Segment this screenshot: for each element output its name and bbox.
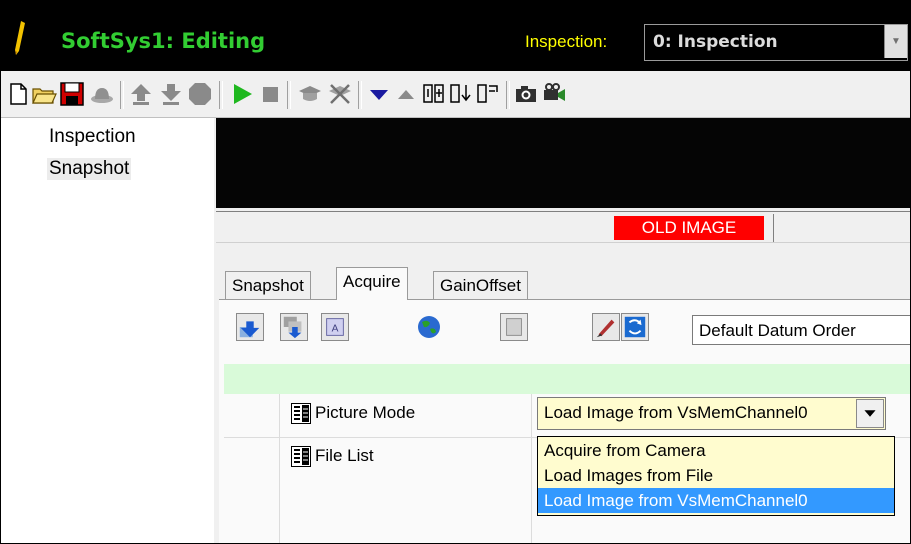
option-load-images-from-file[interactable]: Load Images from File: [538, 463, 894, 488]
move-down-icon[interactable]: [236, 313, 264, 341]
image-status-bar: OLD IMAGE: [216, 211, 910, 243]
datum-order-select[interactable]: Default Datum Order: [692, 315, 910, 345]
app-window: SoftSys1: Editing Inspection: 0: Inspect…: [0, 0, 911, 544]
main-toolbar: [1, 71, 910, 118]
inspection-select[interactable]: 0: Inspection ▼: [644, 24, 908, 61]
hat-icon[interactable]: [89, 81, 115, 107]
tab-snapshot[interactable]: Snapshot: [225, 271, 311, 300]
tab-acquire[interactable]: Acquire: [336, 267, 408, 300]
tree-item-inspection[interactable]: Inspection: [47, 126, 138, 148]
list-form-icon: [291, 403, 311, 424]
datum-a-icon[interactable]: A: [321, 313, 349, 341]
play-icon[interactable]: [229, 81, 255, 107]
status-badge: OLD IMAGE: [614, 216, 764, 240]
refresh-icon[interactable]: [621, 313, 649, 341]
stop-octagon-icon[interactable]: [187, 81, 213, 107]
acquire-panel: A Default Datum Order Picture Mode File …: [219, 299, 910, 543]
new-file-icon[interactable]: [5, 81, 31, 107]
grid-line: [279, 394, 280, 437]
editor-pane: OLD IMAGE Snapshot Acquire GainOffset A: [214, 118, 910, 543]
student-hat-icon[interactable]: [297, 81, 323, 107]
blank-panel-icon[interactable]: [500, 313, 528, 341]
toolbar-separator: [287, 81, 291, 109]
picture-mode-select[interactable]: Load Image from VsMemChannel0: [537, 397, 886, 430]
picture-mode-value: Load Image from VsMemChannel0: [544, 403, 808, 422]
grid-line: [531, 394, 532, 437]
grid-line: [531, 438, 532, 543]
triangle-up-icon[interactable]: [393, 81, 419, 107]
list-form-icon: [291, 446, 311, 467]
image-viewer[interactable]: [216, 118, 910, 208]
green-header-bar: [224, 364, 910, 394]
status-divider: [773, 214, 774, 242]
chevron-down-icon[interactable]: [856, 399, 884, 428]
toolbar-separator: [358, 81, 362, 109]
move-down-copy-icon[interactable]: [280, 313, 308, 341]
toolbar-separator: [219, 81, 223, 109]
option-load-image-from-vsmemchannel0[interactable]: Load Image from VsMemChannel0: [538, 488, 894, 513]
grid-line: [279, 438, 280, 543]
svg-text:A: A: [332, 324, 339, 335]
chevron-down-icon[interactable]: ▼: [884, 25, 907, 58]
globe-icon[interactable]: [415, 313, 443, 341]
save-icon[interactable]: [59, 81, 85, 107]
pencil-icon: [15, 21, 25, 55]
triangle-down-icon[interactable]: [366, 81, 392, 107]
brush-icon[interactable]: [592, 313, 620, 341]
picture-mode-label: Picture Mode: [315, 403, 416, 422]
inspection-label: Inspection:: [525, 32, 608, 51]
navigation-tree: Inspection Snapshot: [1, 118, 214, 543]
toolbar-separator: [120, 81, 124, 109]
title-bar: SoftSys1: Editing Inspection: 0: Inspect…: [1, 1, 910, 71]
option-acquire-from-camera[interactable]: Acquire from Camera: [538, 438, 894, 463]
projector-icon[interactable]: [541, 81, 567, 107]
columns-icon[interactable]: [421, 81, 447, 107]
download-icon[interactable]: [158, 81, 184, 107]
tree-item-snapshot[interactable]: Snapshot: [47, 158, 132, 180]
tab-strip: Snapshot Acquire GainOffset: [214, 267, 910, 300]
tab-gainoffset[interactable]: GainOffset: [433, 271, 528, 300]
app-title: SoftSys1: Editing: [61, 29, 266, 53]
camera-icon[interactable]: [513, 81, 539, 107]
toolbar-separator: [506, 81, 510, 109]
picture-mode-dropdown: Acquire from Camera Load Images from Fil…: [537, 436, 895, 516]
file-list-label: File List: [315, 446, 374, 465]
insert-icon[interactable]: [448, 81, 474, 107]
inspection-value: 0: Inspection: [653, 32, 778, 52]
remove-icon[interactable]: [327, 81, 353, 107]
stop-square-icon[interactable]: [257, 81, 283, 107]
upload-icon[interactable]: [128, 81, 154, 107]
open-folder-icon[interactable]: [31, 81, 57, 107]
export-icon[interactable]: [475, 81, 501, 107]
